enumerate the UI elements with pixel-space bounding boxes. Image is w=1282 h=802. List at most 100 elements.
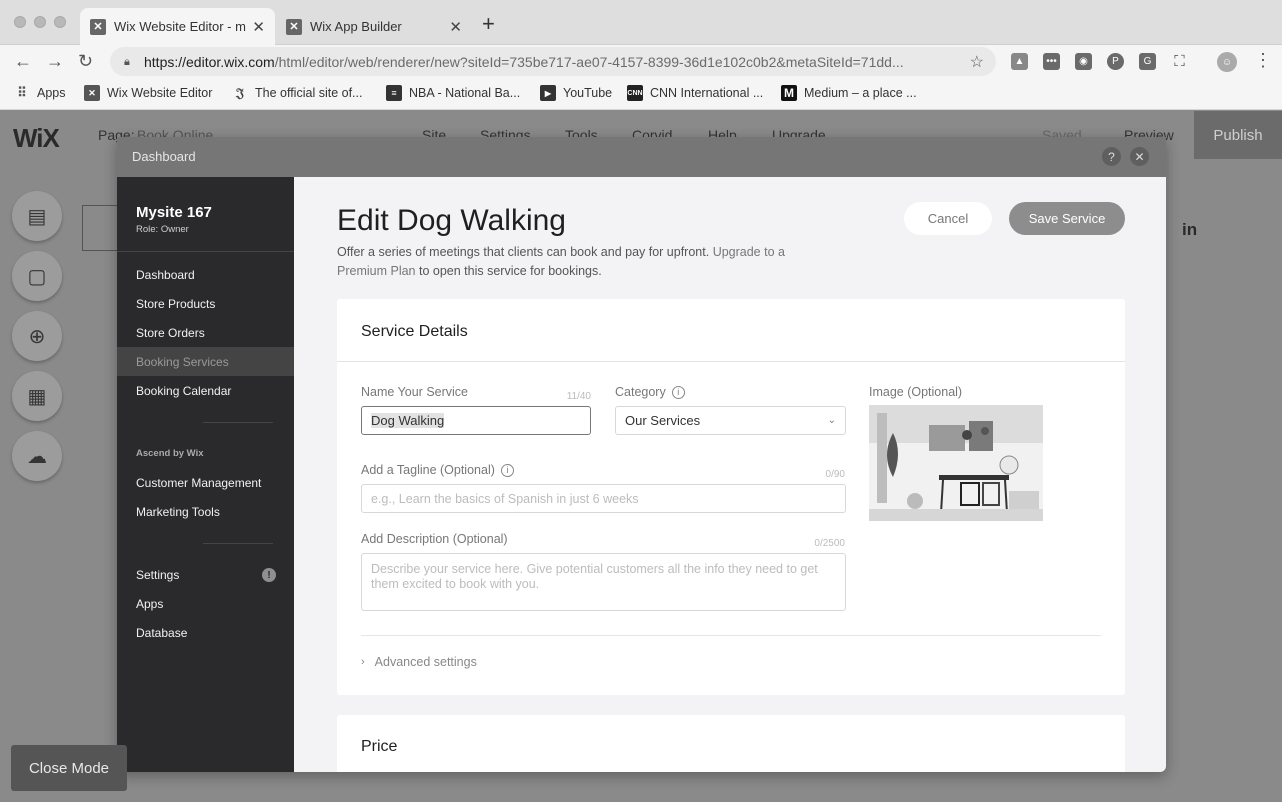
sidebar-item-store-products[interactable]: Store Products (117, 289, 294, 318)
advanced-settings-toggle[interactable]: › Advanced settings (361, 655, 477, 669)
sidebar-item-settings[interactable]: Settings ! (117, 560, 294, 589)
tab-close-icon[interactable]: ✕ (449, 18, 462, 36)
price-card: Price (337, 715, 1125, 772)
pinterest-extension-icon[interactable]: P (1107, 53, 1124, 70)
bookmark-label: CNN International ... (650, 86, 764, 100)
bookmark-apps[interactable]: ⠿ Apps (14, 85, 66, 101)
lightbulb-extension-icon[interactable]: ◉ (1075, 53, 1092, 70)
browser-menu-icon[interactable]: ⋮ (1254, 50, 1272, 70)
address-bar[interactable]: 🔒︎ https://editor.wix.com/html/editor/we… (110, 47, 996, 76)
tab-close-icon[interactable]: ✕ (252, 18, 265, 36)
service-name-input[interactable]: Dog Walking (361, 406, 591, 435)
bookmark-official-site[interactable]: 𝔍 The official site of... (232, 85, 362, 101)
sidebar-item-dashboard[interactable]: Dashboard (117, 260, 294, 289)
sidebar-item-marketing-tools[interactable]: Marketing Tools (117, 497, 294, 526)
back-arrow-icon[interactable]: ← (14, 51, 32, 71)
description-textarea[interactable]: Describe your service here. Give potenti… (361, 553, 846, 611)
url-host: https://editor.wix.com (144, 53, 275, 70)
section-label-ascend: Ascend by Wix (136, 448, 204, 459)
window-minimize-button[interactable] (34, 16, 46, 28)
chevron-right-icon: › (361, 656, 365, 668)
background-icon[interactable]: ▢ (12, 251, 62, 301)
page-description: Offer a series of meetings that clients … (337, 243, 797, 281)
chevron-down-icon: ⌄ (827, 415, 836, 426)
dashboard-modal: Dashboard ? ✕ Mysite 167 Role: Owner Das… (117, 137, 1166, 772)
apps-grid-icon: ⠿ (17, 85, 27, 100)
pages-menu-icon[interactable]: ▤ (12, 191, 62, 241)
bookmark-youtube[interactable]: ▶ YouTube (540, 85, 612, 101)
info-icon[interactable]: i (500, 463, 514, 477)
drive-extension-icon[interactable]: ▲ (1011, 53, 1028, 70)
dashboard-sidebar: Mysite 167 Role: Owner Dashboard Store P… (117, 177, 294, 772)
browser-tab-bar: ✕ Wix Website Editor - m ✕ ✕ Wix App Bui… (0, 0, 1282, 45)
description-tail: to open this service for bookings. (418, 264, 602, 278)
bookmark-star-icon[interactable]: ☆ (970, 52, 984, 72)
advanced-label: Advanced settings (374, 655, 477, 669)
bookmark-cnn[interactable]: CNN CNN International ... (627, 85, 763, 101)
menu-extension-icon[interactable]: ••• (1043, 53, 1060, 70)
wix-favicon-icon: ✕ (90, 18, 106, 35)
publish-button[interactable]: Publish (1194, 111, 1282, 159)
name-counter: 11/40 (566, 391, 591, 402)
close-icon[interactable]: ✕ (1130, 147, 1149, 166)
url-path: /html/editor/web/renderer/new?siteId=735… (274, 53, 904, 70)
nba-favicon-icon: ≡ (386, 85, 402, 101)
save-service-button[interactable]: Save Service (1009, 202, 1125, 235)
translate-extension-icon[interactable]: G (1139, 53, 1156, 70)
name-label: Name Your Service (361, 385, 469, 399)
sidebar-item-booking-services[interactable]: Booking Services (117, 347, 294, 376)
service-image[interactable] (869, 405, 1043, 521)
tab-wix-app-builder[interactable]: ✕ Wix App Builder ✕ (276, 8, 472, 45)
screenshot-extension-icon[interactable]: ⛶ (1171, 53, 1188, 70)
sidebar-item-store-orders[interactable]: Store Orders (117, 318, 294, 347)
divider (203, 543, 273, 544)
site-name: Mysite 167 (136, 204, 212, 221)
tagline-input[interactable]: e.g., Learn the basics of Spanish in jus… (361, 484, 846, 513)
add-element-icon[interactable]: ⊕ (12, 311, 62, 361)
bookmark-medium[interactable]: M Medium – a place ... (781, 85, 917, 101)
help-icon[interactable]: ? (1102, 147, 1121, 166)
browser-toolbar: ← → ↻ 🔒︎ https://editor.wix.com/html/edi… (0, 45, 1282, 78)
info-icon[interactable]: i (671, 385, 685, 399)
new-tab-button[interactable]: + (482, 13, 495, 35)
close-mode-button[interactable]: Close Mode (11, 745, 127, 791)
bookmark-nba[interactable]: ≡ NBA - National Ba... (386, 85, 520, 101)
category-label: Category i (615, 385, 685, 399)
modal-title: Dashboard (132, 149, 196, 164)
category-select[interactable]: Our Services ⌄ (615, 406, 846, 435)
service-editor: Edit Dog Walking Offer a series of meeti… (294, 177, 1166, 772)
wix-favicon-icon: ✕ (84, 85, 100, 101)
cancel-button[interactable]: Cancel (904, 202, 992, 235)
tagline-label: Add a Tagline (Optional) i (361, 463, 514, 477)
sidebar-item-database[interactable]: Database (117, 618, 294, 647)
sidebar-item-customer-management[interactable]: Customer Management (117, 468, 294, 497)
reload-icon[interactable]: ↻ (78, 51, 93, 71)
upload-cloud-icon[interactable]: ☁ (12, 431, 62, 481)
cnn-favicon-icon: CNN (627, 85, 643, 101)
modal-header: Dashboard ? ✕ (117, 137, 1166, 177)
tagline-counter: 0/90 (825, 469, 845, 480)
card-title: Price (361, 738, 398, 755)
profile-avatar-icon[interactable]: ☺ (1217, 52, 1237, 72)
divider (337, 361, 1125, 362)
youtube-favicon-icon: ▶ (540, 85, 556, 101)
tab-title: Wix Website Editor - m (114, 19, 246, 34)
tab-wix-editor[interactable]: ✕ Wix Website Editor - m ✕ (80, 8, 275, 45)
window-zoom-button[interactable] (54, 16, 66, 28)
bookmark-label: NBA - National Ba... (409, 86, 521, 100)
canvas-element (82, 205, 118, 251)
bookmark-label: YouTube (563, 86, 613, 100)
bookmark-label: Apps (37, 86, 66, 100)
service-details-card: Service Details Name Your Service 11/40 … (337, 299, 1125, 695)
sidebar-item-booking-calendar[interactable]: Booking Calendar (117, 376, 294, 405)
sidebar-item-label: Settings (136, 567, 180, 582)
alert-icon: ! (262, 568, 276, 582)
site-favicon-icon: 𝔍 (236, 85, 244, 100)
window-close-button[interactable] (14, 16, 26, 28)
bookmark-wix-editor[interactable]: ✕ Wix Website Editor (84, 85, 212, 101)
page-title: Edit Dog Walking (337, 204, 566, 237)
add-apps-icon[interactable]: ▦ (12, 371, 62, 421)
sidebar-item-apps[interactable]: Apps (117, 589, 294, 618)
forward-arrow-icon[interactable]: → (46, 51, 64, 71)
divider (361, 635, 1101, 636)
